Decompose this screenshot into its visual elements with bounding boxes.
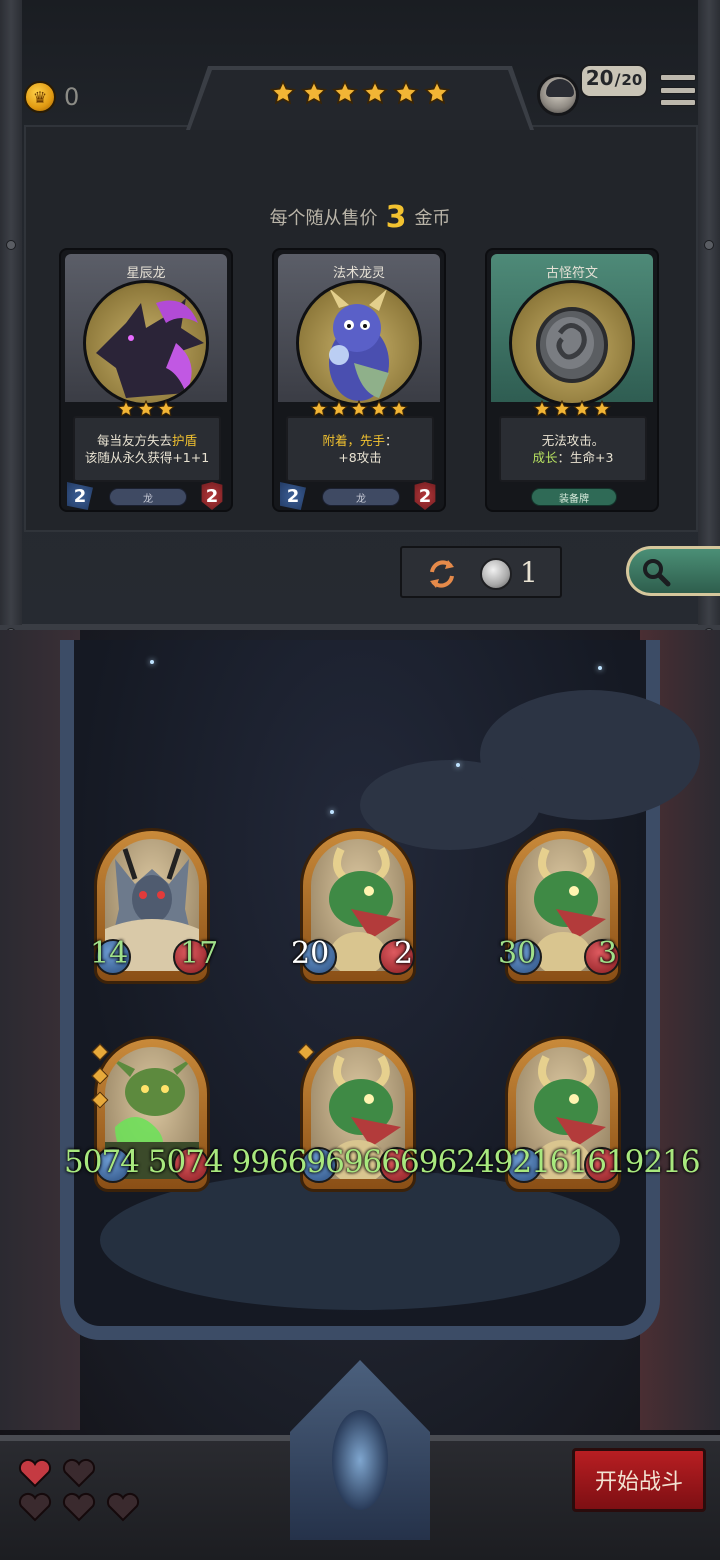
gold-count: 0 bbox=[64, 83, 80, 111]
search-icon bbox=[643, 559, 671, 587]
menu-icon[interactable] bbox=[660, 74, 696, 106]
rune-stone-portrait bbox=[509, 280, 635, 406]
rivet bbox=[704, 240, 714, 250]
card-health: 2 bbox=[201, 482, 223, 510]
card-name: 法术龙灵 bbox=[332, 266, 385, 281]
star-icon bbox=[393, 80, 420, 105]
card-attack: 2 bbox=[67, 482, 93, 510]
description-text: 每当友方失去 bbox=[96, 433, 172, 448]
minion-attack: 14 bbox=[90, 936, 129, 971]
card-description-line: 每当友方失去护盾 bbox=[97, 432, 197, 449]
heart-icon bbox=[106, 1492, 140, 1522]
star-icon bbox=[270, 80, 296, 105]
card-name: 古怪符文 bbox=[545, 266, 598, 281]
shop-card[interactable]: 星辰龙 每当友方失去护盾 该随从永久获得+1+1 2 龙 2 bbox=[59, 248, 233, 512]
sky-star bbox=[456, 763, 460, 767]
card-description: 附着，先手： +8攻击 bbox=[286, 416, 434, 482]
card-tribe: 装备牌 bbox=[531, 488, 617, 506]
refresh-icon bbox=[430, 560, 454, 588]
card-description-line: 附着，先手： bbox=[322, 432, 397, 449]
description-text: 成长 bbox=[532, 450, 558, 465]
minion-health: 2 bbox=[394, 936, 414, 971]
card-description-line: 成长：生命+3 bbox=[533, 449, 614, 466]
card-description-line: 无法攻击。 bbox=[542, 432, 605, 449]
minion-attack: 20 bbox=[291, 936, 330, 971]
search-button[interactable] bbox=[626, 546, 720, 596]
star-icon bbox=[362, 80, 389, 105]
description-text: 护盾 bbox=[172, 433, 198, 448]
sell-hint-suffix: 金币 bbox=[414, 208, 451, 229]
sell-price: 3 bbox=[385, 200, 407, 235]
frame-left-edge bbox=[0, 0, 22, 625]
population-current: 20 bbox=[585, 66, 614, 90]
sell-hint-prefix: 每个随从售价 bbox=[269, 208, 378, 229]
description-text: 无法攻击。 bbox=[541, 433, 605, 448]
shop-card[interactable]: 法术龙灵 附着，先手： +8攻击 2 龙 2 bbox=[272, 248, 446, 512]
start-battle-button[interactable]: 开始战斗 bbox=[572, 1448, 706, 1512]
heart-icon bbox=[18, 1458, 52, 1488]
minion-health: 3 bbox=[598, 936, 618, 971]
player-avatar[interactable] bbox=[537, 74, 579, 116]
card-tribe: 龙 bbox=[109, 488, 187, 506]
dragon-purple-portrait bbox=[83, 280, 209, 406]
minion-attack: 30 bbox=[498, 936, 537, 971]
back-row-stat-text: 5074 5074 9966969666962492161619216 bbox=[64, 1144, 701, 1180]
rivet bbox=[6, 240, 16, 250]
description-text: ： bbox=[385, 433, 398, 448]
refresh-cost: 1 bbox=[520, 556, 538, 589]
heart-icon bbox=[62, 1458, 96, 1488]
shop-card-equipment[interactable]: 古怪符文 无法攻击。 成长：生命+3 装备牌 bbox=[485, 248, 659, 512]
star-icon bbox=[300, 80, 327, 105]
population-counter: 20/20 bbox=[580, 64, 648, 98]
card-description: 无法攻击。 成长：生命+3 bbox=[499, 416, 647, 482]
heart-icon bbox=[62, 1492, 96, 1522]
sky-star bbox=[598, 666, 602, 670]
description-text: 附着，先手 bbox=[322, 433, 385, 448]
card-health: 2 bbox=[414, 482, 436, 510]
population-separator: / bbox=[614, 70, 621, 89]
star-icon bbox=[424, 80, 450, 105]
lives-hearts bbox=[18, 1458, 148, 1528]
tavern-tier-stars bbox=[270, 80, 450, 112]
gold-coin-icon: ♛ bbox=[24, 81, 56, 113]
card-description-line: +8攻击 bbox=[338, 449, 381, 466]
description-text: ：生命+3 bbox=[557, 450, 614, 465]
heart-icon bbox=[18, 1492, 52, 1522]
sky-star bbox=[330, 810, 334, 814]
description-text: 该随从永久获得+1+1 bbox=[84, 450, 210, 465]
card-description: 每当友方失去护盾 该随从永久获得+1+1 bbox=[73, 416, 221, 482]
frame-right-edge bbox=[698, 0, 720, 625]
silver-coin-icon bbox=[480, 558, 512, 590]
star-icon bbox=[331, 80, 358, 105]
card-description-line: 该随从永久获得+1+1 bbox=[85, 449, 209, 466]
minion-health: 17 bbox=[180, 936, 219, 971]
sky-star bbox=[150, 660, 154, 664]
card-name: 星辰龙 bbox=[126, 266, 166, 281]
description-text: +8攻击 bbox=[338, 450, 382, 465]
refresh-shop-button[interactable]: 1 bbox=[400, 546, 562, 598]
dragon-blue-portrait bbox=[296, 280, 422, 406]
card-attack: 2 bbox=[280, 482, 306, 510]
population-max: 20 bbox=[621, 71, 643, 89]
sell-price-hint: 每个随从售价 3 金币 bbox=[0, 200, 720, 235]
card-tribe: 龙 bbox=[322, 488, 400, 506]
